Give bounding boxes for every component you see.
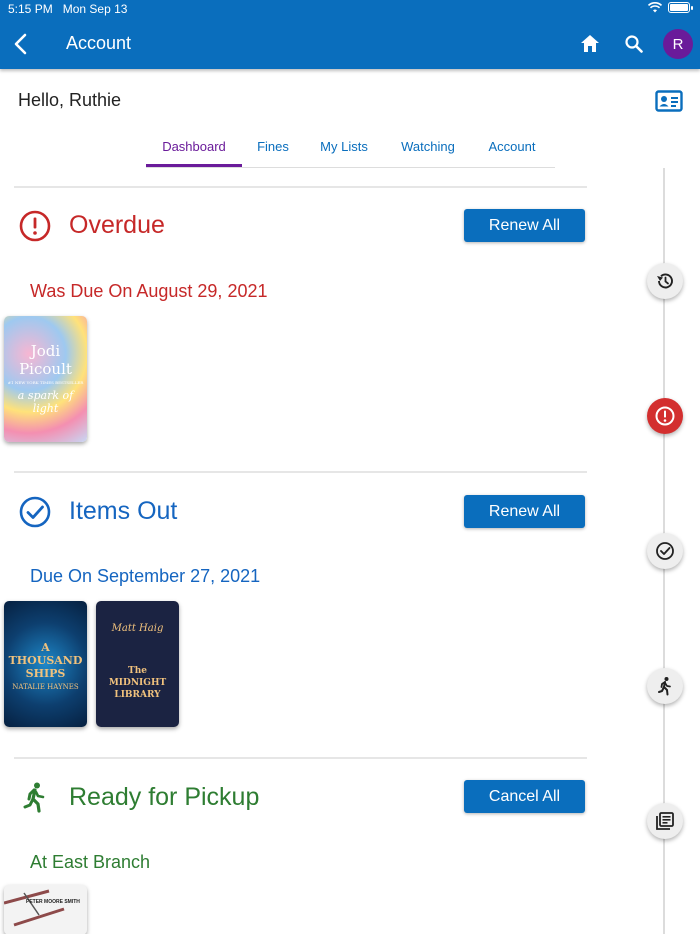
book-author: PETER MOORE SMITH (26, 899, 80, 905)
book-author: Matt Haig (111, 623, 164, 634)
walking-icon (658, 677, 671, 696)
book-title: The MIDNIGHT LIBRARY (108, 666, 167, 700)
status-time-text: 5:15 PM (8, 2, 53, 16)
wifi-icon (648, 2, 662, 13)
status-date-text: Mon Sep 13 (62, 2, 128, 16)
book-title: A THOUSAND SHIPS (8, 641, 83, 680)
back-icon (14, 33, 27, 55)
overdue-icon (18, 209, 52, 243)
library-card-button[interactable] (655, 90, 683, 112)
items-out-renew-all-button[interactable]: Renew All (464, 495, 585, 528)
book-author: Jodi Picoult (19, 342, 72, 378)
home-button[interactable] (578, 32, 602, 56)
overdue-jump-button[interactable] (647, 398, 683, 434)
lists-jump-button[interactable] (647, 803, 683, 839)
check-circle-icon (656, 542, 674, 560)
book-author: NATALIE HAYNES (12, 683, 79, 691)
library-card-icon (655, 90, 683, 112)
pickup-icon (18, 780, 52, 814)
avatar[interactable]: R (663, 29, 693, 59)
section-divider (14, 186, 587, 188)
cover-art-strokes (4, 889, 65, 927)
battery-icon (668, 2, 693, 13)
book-cover-spark-of-light[interactable]: Jodi Picoult #1 NEW YORK TIMES BESTSELLE… (4, 316, 87, 442)
book-cover-midnight-library[interactable]: Matt Haig The MIDNIGHT LIBRARY (96, 601, 179, 727)
home-icon (581, 35, 599, 52)
search-icon (625, 35, 643, 53)
status-indicators (648, 2, 693, 13)
tab-dashboard[interactable]: Dashboard (146, 130, 242, 167)
pickup-location: At East Branch (30, 852, 151, 872)
book-cover-thousand-ships[interactable]: A THOUSAND SHIPS NATALIE HAYNES (4, 601, 87, 727)
page-title: Account (66, 33, 132, 53)
tab-bar: Dashboard Fines My Lists Watching Accoun… (146, 130, 555, 168)
book-cover-pickup[interactable]: PETER MOORE SMITH (4, 885, 87, 934)
pickup-title: Ready for Pickup (69, 783, 260, 811)
alert-icon (655, 406, 675, 426)
book-list-icon (656, 812, 674, 830)
search-button[interactable] (622, 32, 646, 56)
history-icon (657, 273, 673, 289)
items-out-jump-button[interactable] (647, 533, 683, 569)
tab-account[interactable]: Account (472, 130, 552, 167)
tab-fines[interactable]: Fines (242, 130, 304, 167)
overdue-renew-all-button[interactable]: Renew All (464, 209, 585, 242)
section-divider (14, 757, 587, 759)
items-out-icon (18, 495, 52, 529)
greeting-text: Hello, Ruthie (18, 90, 122, 110)
items-out-title: Items Out (69, 497, 178, 525)
tab-watching[interactable]: Watching (384, 130, 472, 167)
status-time: 5:15 PM Mon Sep 13 (8, 2, 127, 16)
items-out-due-date: Due On September 27, 2021 (30, 566, 261, 586)
section-divider (14, 471, 587, 473)
overdue-title: Overdue (69, 211, 165, 239)
pickup-jump-button[interactable] (647, 668, 683, 704)
back-button[interactable] (10, 30, 34, 58)
pickup-cancel-all-button[interactable]: Cancel All (464, 780, 585, 813)
history-jump-button[interactable] (647, 263, 683, 299)
book-title: a spark of light (17, 389, 74, 415)
app-header: 5:15 PM Mon Sep 13 Account R (0, 0, 700, 69)
book-tagline: #1 NEW YORK TIMES BESTSELLER (7, 380, 84, 385)
tab-my-lists[interactable]: My Lists (304, 130, 384, 167)
overdue-due-date: Was Due On August 29, 2021 (30, 281, 268, 301)
